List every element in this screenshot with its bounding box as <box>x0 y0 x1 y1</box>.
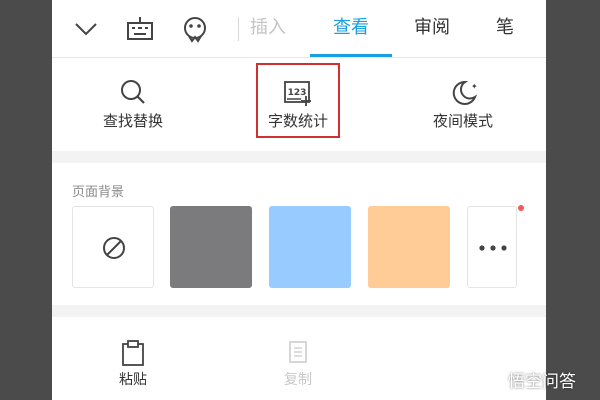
paste-button[interactable]: 粘贴 <box>93 317 173 400</box>
moon-icon: ✦ <box>452 80 478 105</box>
watermark: 悟空问答 <box>478 366 576 392</box>
no-background-icon <box>103 237 125 259</box>
view-panel: 插入 查看 审阅 笔 查找替换 123 字数统计 ✦ 夜间模式 页面背景 粘贴 … <box>52 0 546 400</box>
keyboard-icon[interactable] <box>124 13 156 45</box>
swatch-gray[interactable] <box>170 206 252 288</box>
search-icon <box>121 80 145 104</box>
copy-button[interactable]: 复制 <box>258 317 338 400</box>
highlight-box <box>256 63 340 138</box>
new-badge-dot <box>518 205 524 211</box>
active-tab-indicator <box>310 54 392 57</box>
night-mode-label: 夜间模式 <box>432 112 493 130</box>
swatch-blue[interactable] <box>269 206 351 288</box>
more-dots-icon <box>479 245 507 251</box>
tab-pen[interactable]: 笔 <box>496 16 514 40</box>
clipboard-icon <box>122 340 144 366</box>
swatch-orange[interactable] <box>368 206 450 288</box>
tab-view[interactable]: 查看 <box>333 16 369 40</box>
top-toolbar: 插入 查看 审阅 笔 <box>52 0 546 58</box>
svg-text:✦: ✦ <box>471 82 478 91</box>
swatch-none[interactable] <box>72 206 154 288</box>
page-background-section: 页面背景 <box>52 163 546 305</box>
tab-insert[interactable]: 插入 <box>250 16 286 40</box>
tab-review[interactable]: 审阅 <box>414 16 450 40</box>
copy-label: 复制 <box>284 372 312 388</box>
smiley-icon[interactable] <box>179 13 211 45</box>
chevron-down-icon[interactable] <box>70 13 102 45</box>
chat-bubble-icon <box>480 370 502 390</box>
watermark-text: 悟空问答 <box>508 371 576 392</box>
toolbar-divider <box>238 17 239 41</box>
paste-label: 粘贴 <box>119 372 147 388</box>
page-background-title: 页面背景 <box>72 185 125 200</box>
find-replace-label: 查找替换 <box>102 112 163 130</box>
night-mode-button[interactable]: ✦ 夜间模式 <box>398 58 528 151</box>
more-swatches-button[interactable] <box>467 206 517 288</box>
copy-icon <box>289 341 307 363</box>
find-replace-button[interactable]: 查找替换 <box>68 58 198 151</box>
bottom-actions: 粘贴 复制 <box>52 317 546 400</box>
